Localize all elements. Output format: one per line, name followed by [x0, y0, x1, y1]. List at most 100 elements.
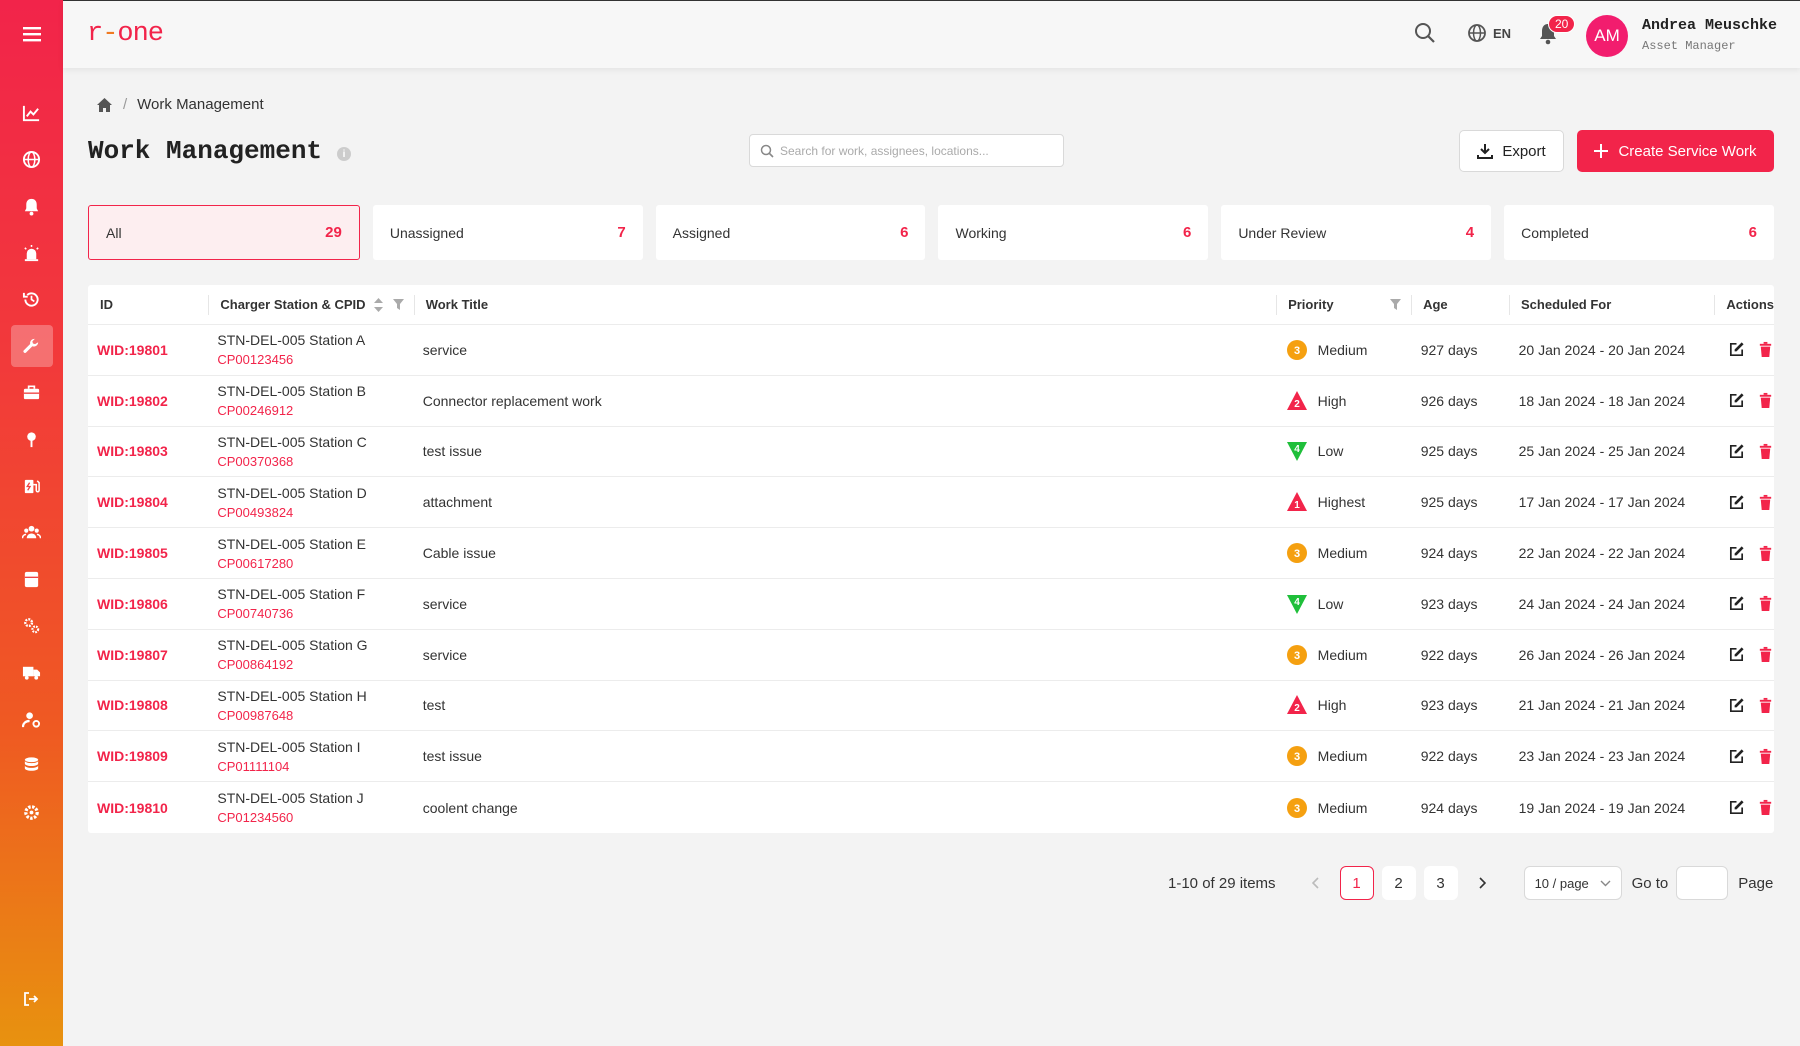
table-row[interactable]: WID:19807 STN-DEL-005 Station G CP00864192… — [88, 630, 1774, 681]
cpid-link[interactable]: CP01111104 — [217, 759, 360, 774]
hamburger-menu-button[interactable] — [0, 0, 63, 68]
table-row[interactable]: WID:19809 STN-DEL-005 Station I CP01111104… — [88, 731, 1774, 783]
page-button-1[interactable]: 1 — [1339, 866, 1374, 900]
column-header-scheduled[interactable]: Scheduled For — [1509, 285, 1714, 324]
work-id-link[interactable]: WID:19806 — [97, 596, 168, 612]
tab-all[interactable]: All 29 — [88, 205, 360, 260]
tab-unassigned[interactable]: Unassigned 7 — [372, 205, 643, 260]
table-row[interactable]: WID:19805 STN-DEL-005 Station E CP00617280… — [88, 528, 1774, 579]
sidebar-item-globe[interactable] — [11, 139, 53, 181]
cpid-link[interactable]: CP00123456 — [217, 352, 365, 367]
global-search-button[interactable] — [1413, 21, 1439, 47]
delete-icon[interactable] — [1757, 595, 1774, 612]
table-row[interactable]: WID:19802 STN-DEL-005 Station B CP00246912… — [88, 376, 1774, 427]
create-service-work-button[interactable]: Create Service Work — [1577, 130, 1774, 172]
sidebar-item-alarm[interactable] — [11, 232, 53, 274]
column-header-title[interactable]: Work Title — [413, 285, 1276, 324]
table-row[interactable]: WID:19804 STN-DEL-005 Station D CP00493824… — [88, 477, 1774, 529]
tab-under-review[interactable]: Under Review 4 — [1221, 205, 1492, 260]
page-button-3[interactable]: 3 — [1423, 866, 1458, 900]
home-icon[interactable] — [96, 97, 113, 113]
delete-icon[interactable] — [1757, 748, 1774, 765]
delete-icon[interactable] — [1757, 392, 1774, 409]
work-id-link[interactable]: WID:19801 — [97, 342, 168, 358]
sidebar-item-database[interactable] — [11, 745, 53, 787]
filter-icon[interactable] — [392, 299, 404, 310]
edit-icon[interactable] — [1728, 392, 1745, 409]
tab-completed[interactable]: Completed 6 — [1504, 205, 1774, 260]
cpid-link[interactable]: CP01234560 — [217, 810, 363, 825]
sidebar-item-map-pin[interactable] — [11, 418, 53, 460]
work-id-link[interactable]: WID:19809 — [97, 748, 168, 764]
sidebar-item-settings[interactable] — [11, 791, 53, 833]
language-selector[interactable]: EN — [1467, 23, 1511, 43]
sidebar-item-user-settings[interactable] — [11, 698, 53, 740]
delete-icon[interactable] — [1757, 443, 1774, 460]
cpid-link[interactable]: CP00740736 — [217, 606, 365, 621]
delete-icon[interactable] — [1757, 494, 1774, 511]
column-header-station[interactable]: Charger Station & CPID — [208, 285, 413, 324]
delete-icon[interactable] — [1757, 799, 1774, 816]
page-size-select[interactable]: 10 / page — [1523, 866, 1622, 900]
edit-icon[interactable] — [1728, 341, 1745, 358]
delete-icon[interactable] — [1757, 697, 1774, 714]
work-id-link[interactable]: WID:19802 — [97, 393, 168, 409]
table-row[interactable]: WID:19808 STN-DEL-005 Station H CP00987648… — [88, 681, 1774, 732]
column-header-priority[interactable]: Priority — [1276, 285, 1411, 324]
table-row[interactable]: WID:19806 STN-DEL-005 Station F CP00740736… — [88, 579, 1774, 630]
sidebar-item-history[interactable] — [11, 279, 53, 321]
sidebar-item-charging-station[interactable] — [11, 465, 53, 507]
app-logo[interactable]: r-one — [87, 19, 164, 49]
page-button-2[interactable]: 2 — [1381, 866, 1416, 900]
sidebar-item-truck[interactable] — [11, 651, 53, 693]
avatar[interactable]: AM — [1586, 15, 1628, 57]
work-id-link[interactable]: WID:19805 — [97, 545, 168, 561]
edit-icon[interactable] — [1728, 799, 1745, 816]
cpid-link[interactable]: CP00370368 — [217, 454, 366, 469]
cpid-link[interactable]: CP00246912 — [217, 403, 366, 418]
edit-icon[interactable] — [1728, 595, 1745, 612]
delete-icon[interactable] — [1757, 341, 1774, 358]
edit-icon[interactable] — [1728, 443, 1745, 460]
sort-icon[interactable] — [373, 297, 383, 312]
work-search-box[interactable] — [749, 134, 1064, 167]
edit-icon[interactable] — [1728, 494, 1745, 511]
cpid-link[interactable]: CP00493824 — [217, 505, 366, 520]
sidebar-item-archive[interactable] — [11, 558, 53, 600]
work-id-link[interactable]: WID:19804 — [97, 494, 168, 510]
edit-icon[interactable] — [1728, 748, 1745, 765]
table-row[interactable]: WID:19810 STN-DEL-005 Station J CP01234560… — [88, 782, 1774, 833]
cpid-link[interactable]: CP00864192 — [217, 657, 367, 672]
sidebar-item-chart-line[interactable] — [11, 92, 53, 134]
cpid-link[interactable]: CP00617280 — [217, 556, 366, 571]
column-header-id[interactable]: ID — [88, 285, 208, 324]
info-icon[interactable]: i — [337, 147, 351, 161]
tab-working[interactable]: Working 6 — [938, 205, 1209, 260]
delete-icon[interactable] — [1757, 646, 1774, 663]
work-id-link[interactable]: WID:19808 — [97, 697, 168, 713]
work-search-input[interactable] — [780, 143, 1050, 158]
tab-assigned[interactable]: Assigned 6 — [655, 205, 926, 260]
table-row[interactable]: WID:19801 STN-DEL-005 Station A CP00123456… — [88, 325, 1774, 376]
sidebar-item-toolbox[interactable] — [11, 372, 53, 414]
work-id-link[interactable]: WID:19803 — [97, 443, 168, 459]
sidebar-item-users[interactable] — [11, 512, 53, 554]
work-id-link[interactable]: WID:19807 — [97, 647, 168, 663]
cpid-link[interactable]: CP00987648 — [217, 708, 366, 723]
edit-icon[interactable] — [1728, 697, 1745, 714]
sidebar-item-gears[interactable] — [11, 605, 53, 647]
edit-icon[interactable] — [1728, 545, 1745, 562]
export-button[interactable]: Export — [1459, 130, 1564, 172]
goto-page-input[interactable] — [1676, 866, 1729, 900]
filter-icon[interactable] — [1390, 299, 1402, 310]
prev-page-button[interactable] — [1302, 866, 1330, 900]
sidebar-item-bell[interactable] — [11, 185, 53, 227]
work-id-link[interactable]: WID:19810 — [97, 800, 168, 816]
column-header-age[interactable]: Age — [1411, 285, 1509, 324]
table-row[interactable]: WID:19803 STN-DEL-005 Station C CP00370368… — [88, 427, 1774, 478]
sidebar-item-wrench[interactable] — [10, 325, 53, 368]
logout-button[interactable] — [10, 978, 52, 1020]
edit-icon[interactable] — [1728, 646, 1745, 663]
delete-icon[interactable] — [1757, 545, 1774, 562]
next-page-button[interactable] — [1468, 866, 1496, 900]
